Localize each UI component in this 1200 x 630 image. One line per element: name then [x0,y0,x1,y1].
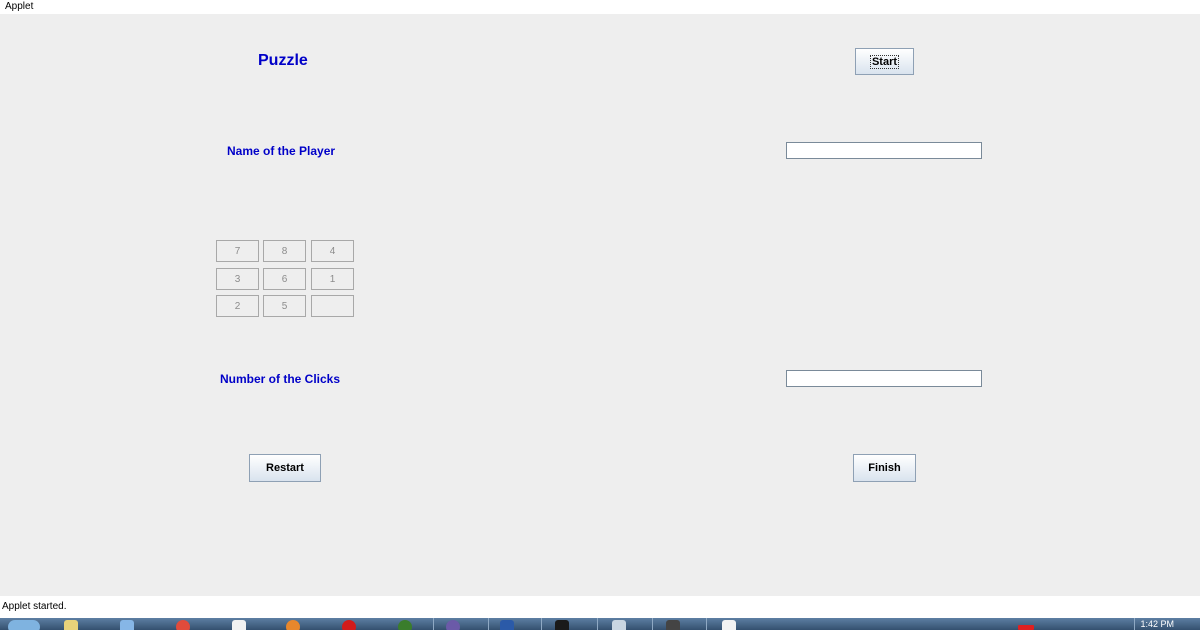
taskbar-separator [488,618,489,630]
puzzle-tile[interactable]: 5 [263,295,306,317]
opera-icon[interactable] [342,620,356,630]
browser-icon[interactable] [398,620,412,630]
window-icon[interactable] [612,620,626,630]
clicks-count-input[interactable] [786,370,982,387]
start-orb-icon[interactable] [8,620,40,630]
puzzle-tile[interactable]: 6 [263,268,306,290]
player-name-input[interactable] [786,142,982,159]
puzzle-heading: Puzzle [258,52,308,69]
explorer-icon[interactable] [64,620,78,630]
window-title: Applet [5,1,34,12]
eclipse-icon[interactable] [446,620,460,630]
puzzle-tile[interactable]: 1 [311,268,354,290]
taskbar-separator [1134,618,1135,630]
puzzle-tile[interactable]: 7 [216,240,259,262]
status-text: Applet started. [2,601,67,612]
terminal-icon[interactable] [555,620,569,630]
puzzle-tile[interactable]: 3 [216,268,259,290]
java-icon[interactable] [722,620,736,630]
player-name-label: Name of the Player [227,144,336,158]
finish-button[interactable]: Finish [853,454,916,482]
clicks-count-label: Number of the Clicks [220,372,341,386]
restart-button[interactable]: Restart [249,454,321,482]
start-button[interactable]: Start [855,48,914,75]
taskbar-separator [652,618,653,630]
puzzle-tile-empty[interactable] [311,295,354,317]
taskbar: 1:42 PM [0,618,1200,630]
puzzle-tile[interactable]: 8 [263,240,306,262]
window-titlebar: Applet [0,0,1200,14]
applet-panel: Puzzle Start Name of the Player 7 8 4 3 … [0,14,1200,596]
taskbar-separator [433,618,434,630]
puzzle-tile[interactable]: 2 [216,295,259,317]
media-icon[interactable] [120,620,134,630]
firefox-icon[interactable] [286,620,300,630]
start-button-label: Start [869,54,900,69]
app-icon[interactable] [232,620,246,630]
taskbar-separator [706,618,707,630]
puzzle-tile[interactable]: 4 [311,240,354,262]
word-icon[interactable] [500,620,514,630]
taskbar-separator [597,618,598,630]
taskbar-separator [541,618,542,630]
tray-icon[interactable] [1018,625,1034,630]
applet-status-bar: Applet started. [0,596,1200,618]
chrome-icon[interactable] [176,620,190,630]
settings-icon[interactable] [666,620,680,630]
taskbar-clock[interactable]: 1:42 PM [1140,620,1174,629]
puzzle-grid: 7 8 4 3 6 1 2 5 [216,240,356,320]
